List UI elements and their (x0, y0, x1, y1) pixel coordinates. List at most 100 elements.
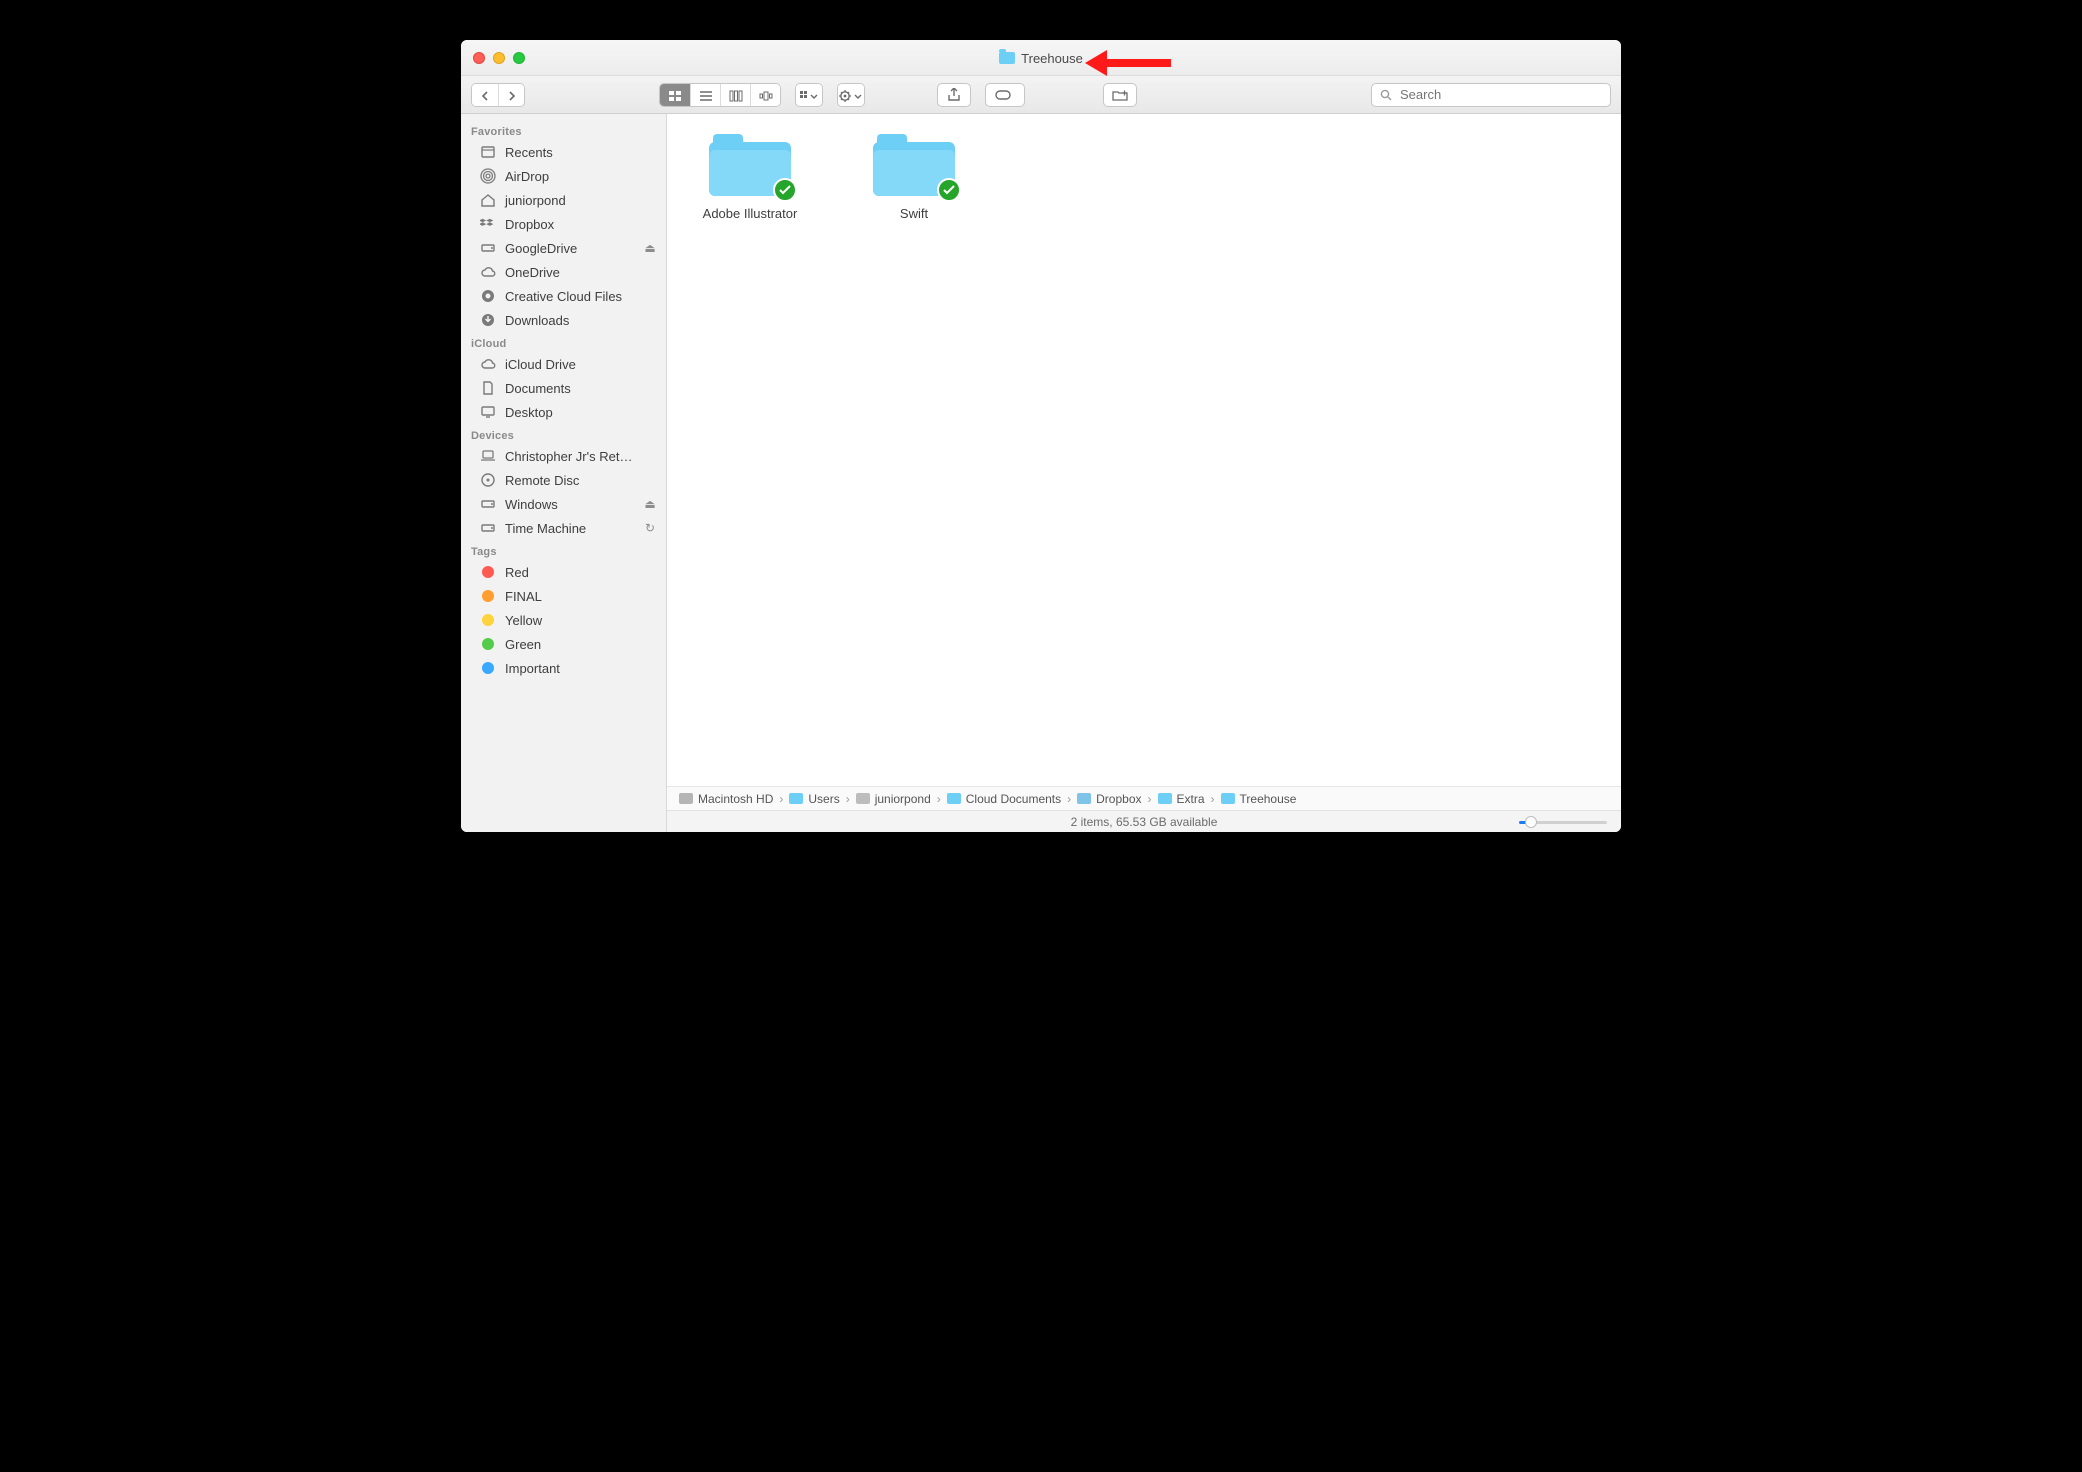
path-crumb[interactable]: Cloud Documents (947, 792, 1061, 806)
sidebar-item-label: Creative Cloud Files (505, 289, 622, 304)
status-bar: 2 items, 65.53 GB available (667, 810, 1621, 832)
path-crumb-label: Extra (1177, 792, 1205, 806)
path-crumb-label: Cloud Documents (966, 792, 1061, 806)
new-folder-button[interactable] (1103, 83, 1137, 107)
path-crumb[interactable]: Users (789, 792, 839, 806)
window-body: FavoritesRecentsAirDropjuniorpondDropbox… (461, 114, 1621, 832)
path-crumb-label: Dropbox (1096, 792, 1141, 806)
sidebar-item-recents[interactable]: Recents (461, 140, 666, 164)
window-title-text: Treehouse (1021, 51, 1083, 66)
sidebar-item-juniorpond[interactable]: juniorpond (461, 188, 666, 212)
title-bar[interactable]: Treehouse (461, 40, 1621, 76)
sidebar-item-windows[interactable]: Windows⏏ (461, 492, 666, 516)
path-crumb[interactable]: Macintosh HD (679, 792, 773, 806)
folder-icon (999, 52, 1015, 64)
path-crumb[interactable]: Extra (1158, 792, 1205, 806)
eject-icon[interactable]: ⏏ (642, 241, 658, 255)
chevron-right-icon: › (1209, 792, 1217, 806)
sidebar-item-desktop[interactable]: Desktop (461, 400, 666, 424)
sidebar-item-label: GoogleDrive (505, 241, 577, 256)
sidebar-item-onedrive[interactable]: OneDrive (461, 260, 666, 284)
path-crumb[interactable]: Treehouse (1221, 792, 1297, 806)
traffic-lights (461, 52, 525, 64)
arrange-button[interactable] (796, 84, 822, 107)
file-item[interactable]: Swift (859, 134, 969, 766)
list-view-button[interactable] (690, 84, 720, 107)
sidebar-item-label: AirDrop (505, 169, 549, 184)
sidebar-heading: Tags (461, 540, 666, 560)
nav-buttons (471, 83, 525, 107)
sidebar-item-googledrive[interactable]: GoogleDrive ⏏ (461, 236, 666, 260)
sidebar-item-red[interactable]: Red (461, 560, 666, 584)
sync-icon[interactable]: ↻ (642, 521, 658, 535)
action-button[interactable] (838, 84, 864, 107)
fold-icon (1221, 793, 1235, 804)
laptop-icon (479, 447, 497, 465)
path-bar[interactable]: Macintosh HD › Users › juniorpond › Cloud Docu… (667, 786, 1621, 810)
sidebar-item-label: Green (505, 637, 541, 652)
eject-icon[interactable]: ⏏ (642, 497, 658, 511)
sidebar-item-yellow[interactable]: Yellow (461, 608, 666, 632)
sidebar-item-airdrop[interactable]: AirDrop (461, 164, 666, 188)
search-input[interactable] (1398, 86, 1602, 103)
zoom-slider[interactable] (1519, 816, 1607, 828)
folder-icon (873, 134, 955, 196)
drive-icon (479, 519, 497, 537)
sidebar-item-label: FINAL (505, 589, 542, 604)
search-field[interactable] (1371, 83, 1611, 107)
arrange-menu[interactable] (795, 83, 823, 107)
sidebar-item-final[interactable]: FINAL (461, 584, 666, 608)
icon-grid[interactable]: Adobe Illustrator Swift (667, 114, 1621, 786)
file-item[interactable]: Adobe Illustrator (695, 134, 805, 766)
zoom-knob[interactable] (1525, 816, 1537, 828)
minimize-icon[interactable] (493, 52, 505, 64)
zoom-icon[interactable] (513, 52, 525, 64)
file-label: Adobe Illustrator (703, 206, 798, 221)
sidebar-item-documents[interactable]: Documents (461, 376, 666, 400)
back-button[interactable] (472, 84, 498, 107)
sidebar-heading: iCloud (461, 332, 666, 352)
tag-dot-icon (479, 635, 497, 653)
chevron-right-icon: › (844, 792, 852, 806)
sidebar-item-important[interactable]: Important (461, 656, 666, 680)
path-crumb[interactable]: Dropbox (1077, 792, 1141, 806)
path-crumb-label: juniorpond (875, 792, 931, 806)
tags-button[interactable] (985, 83, 1025, 107)
file-label: Swift (900, 206, 928, 221)
path-crumb[interactable]: juniorpond (856, 792, 931, 806)
path-crumb-label: Macintosh HD (698, 792, 773, 806)
close-icon[interactable] (473, 52, 485, 64)
gallery-view-button[interactable] (750, 84, 780, 107)
sidebar-item-label: OneDrive (505, 265, 560, 280)
path-crumb-label: Users (808, 792, 839, 806)
content-pane: Adobe Illustrator Swift Macintosh HD › User… (667, 114, 1621, 832)
sidebar-item-remote-disc[interactable]: Remote Disc (461, 468, 666, 492)
dropbox-icon (479, 215, 497, 233)
share-button[interactable] (937, 83, 971, 107)
sidebar-heading: Devices (461, 424, 666, 444)
sidebar-item-creative-cloud-files[interactable]: Creative Cloud Files (461, 284, 666, 308)
sidebar-item-dropbox[interactable]: Dropbox (461, 212, 666, 236)
downloads-icon (479, 311, 497, 329)
fold-icon (1158, 793, 1172, 804)
forward-button[interactable] (498, 84, 524, 107)
sidebar-item-icloud-drive[interactable]: iCloud Drive (461, 352, 666, 376)
column-view-button[interactable] (720, 84, 750, 107)
home-icon (479, 191, 497, 209)
window-title: Treehouse (461, 40, 1621, 76)
sidebar[interactable]: FavoritesRecentsAirDropjuniorpondDropbox… (461, 114, 667, 832)
sidebar-item-christopher-jr-s-ret-[interactable]: Christopher Jr's Ret… (461, 444, 666, 468)
sidebar-item-time-machine[interactable]: Time Machine↻ (461, 516, 666, 540)
chevron-right-icon: › (935, 792, 943, 806)
action-menu[interactable] (837, 83, 865, 107)
sidebar-item-label: Christopher Jr's Ret… (505, 449, 632, 464)
sidebar-item-green[interactable]: Green (461, 632, 666, 656)
sidebar-item-downloads[interactable]: Downloads (461, 308, 666, 332)
chevron-right-icon: › (1065, 792, 1073, 806)
icon-view-button[interactable] (660, 84, 690, 107)
recents-icon (479, 143, 497, 161)
fold-icon (789, 793, 803, 804)
stage: Treehouse (389, 0, 1693, 920)
search-icon (1380, 89, 1392, 101)
home-icon (856, 793, 870, 804)
